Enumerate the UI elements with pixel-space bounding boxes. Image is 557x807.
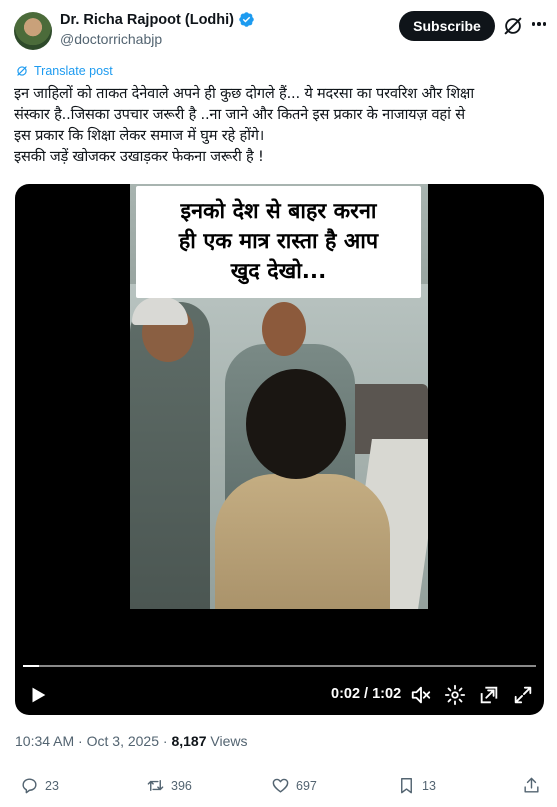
share-icon bbox=[524, 777, 539, 793]
bookmark-count: 13 bbox=[422, 778, 436, 793]
post-text-line: इस प्रकार कि शिक्षा लेकर समाज में घुम रह… bbox=[14, 127, 265, 144]
post-text-line: संस्कार है..जिसका उपचार जरूरी है ..ना जा… bbox=[14, 106, 465, 123]
reply-button[interactable]: 23 bbox=[20, 776, 59, 795]
bookmark-button[interactable]: 13 bbox=[397, 776, 436, 795]
author-name-row[interactable]: Dr. Richa Rajpoot (Lodhi) bbox=[60, 11, 255, 28]
author-display-name[interactable]: Dr. Richa Rajpoot (Lodhi) bbox=[60, 12, 234, 28]
more-options-icon[interactable] bbox=[528, 13, 550, 35]
author-handle[interactable]: @doctorrichabjp bbox=[60, 31, 162, 47]
translate-icon bbox=[17, 66, 27, 76]
post-text-line: इसकी जड़ें खोजकर उखाड़कर फेकना जरूरी है … bbox=[14, 148, 264, 165]
mute-icon[interactable] bbox=[410, 684, 432, 706]
views-label: Views bbox=[206, 733, 248, 749]
bookmark-icon bbox=[401, 778, 412, 794]
like-button[interactable]: 697 bbox=[271, 776, 317, 795]
video-caption-line: खुद देखो... bbox=[230, 259, 327, 284]
grok-icon[interactable] bbox=[502, 15, 524, 37]
meta-separator: · bbox=[74, 733, 87, 749]
video-progress-fill bbox=[23, 665, 40, 667]
video-player[interactable]: इनको देश से बाहर करना ही एक मात्र रास्ता… bbox=[15, 184, 544, 715]
video-caption: इनको देश से बाहर करना ही एक मात्र रास्ता… bbox=[136, 186, 421, 298]
post-time[interactable]: 10:34 AM bbox=[15, 733, 74, 749]
video-progress-bar[interactable] bbox=[23, 665, 536, 667]
repost-count: 396 bbox=[171, 778, 192, 793]
repost-button[interactable]: 396 bbox=[146, 776, 192, 795]
reply-icon bbox=[22, 778, 37, 794]
video-scene-person-head bbox=[262, 302, 306, 356]
repost-icon bbox=[147, 780, 164, 791]
post-header: Dr. Richa Rajpoot (Lodhi) @doctorrichabj… bbox=[0, 0, 557, 60]
avatar[interactable] bbox=[14, 12, 52, 50]
post-date[interactable]: Oct 3, 2025 bbox=[87, 733, 159, 749]
video-frame[interactable]: इनको देश से बाहर करना ही एक मात्र रास्ता… bbox=[130, 184, 428, 609]
settings-gear-icon[interactable] bbox=[444, 684, 466, 706]
video-caption-line: ही एक मात्र रास्ता है आप bbox=[178, 229, 379, 254]
post-text-line: इन जाहिलों को ताकत देनेवाले अपने ही कुछ … bbox=[14, 85, 474, 102]
verified-badge-icon bbox=[239, 12, 254, 27]
video-scene-person-head bbox=[246, 369, 346, 479]
fullscreen-icon[interactable] bbox=[512, 684, 534, 706]
post-text: इन जाहिलों को ताकत देनेवाले अपने ही कुछ … bbox=[14, 83, 550, 167]
heart-icon bbox=[272, 778, 289, 793]
subscribe-button[interactable]: Subscribe bbox=[399, 11, 495, 41]
reply-count: 23 bbox=[45, 778, 59, 793]
post-meta: 10:34 AM · Oct 3, 2025 · 8,187 Views bbox=[15, 733, 247, 749]
video-scene-person bbox=[215, 474, 390, 609]
like-count: 697 bbox=[296, 778, 317, 793]
video-caption-line: इनको देश से बाहर करना bbox=[180, 199, 377, 224]
play-icon[interactable] bbox=[27, 684, 49, 706]
action-bar: 23 396 697 13 bbox=[0, 776, 557, 800]
picture-in-picture-icon[interactable] bbox=[478, 684, 500, 706]
share-button[interactable] bbox=[522, 776, 541, 795]
video-time: 0:02 / 1:02 bbox=[331, 686, 402, 702]
translate-post-label[interactable]: Translate post bbox=[34, 64, 113, 78]
translate-post-link[interactable]: Translate post bbox=[15, 64, 113, 78]
views-count: 8,187 bbox=[171, 733, 207, 749]
meta-separator: · bbox=[159, 733, 172, 749]
